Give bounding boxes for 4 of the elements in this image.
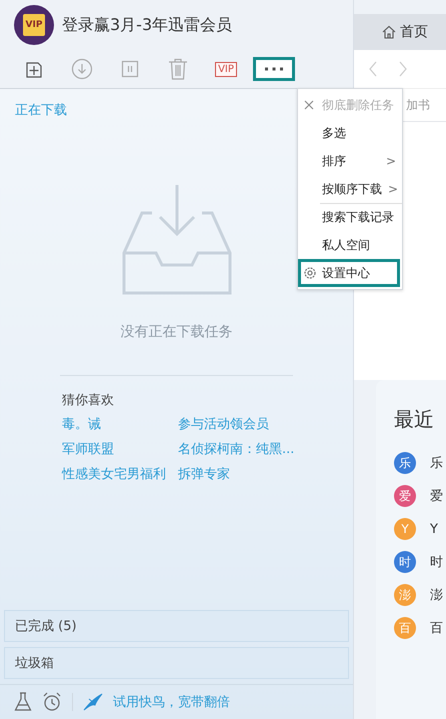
card-title: 最近 [394,406,435,433]
empty-message: 没有正在下载任务 [120,323,232,341]
section-heading: 猜你喜欢 [62,392,115,409]
avatar-label: VIP [22,14,46,36]
